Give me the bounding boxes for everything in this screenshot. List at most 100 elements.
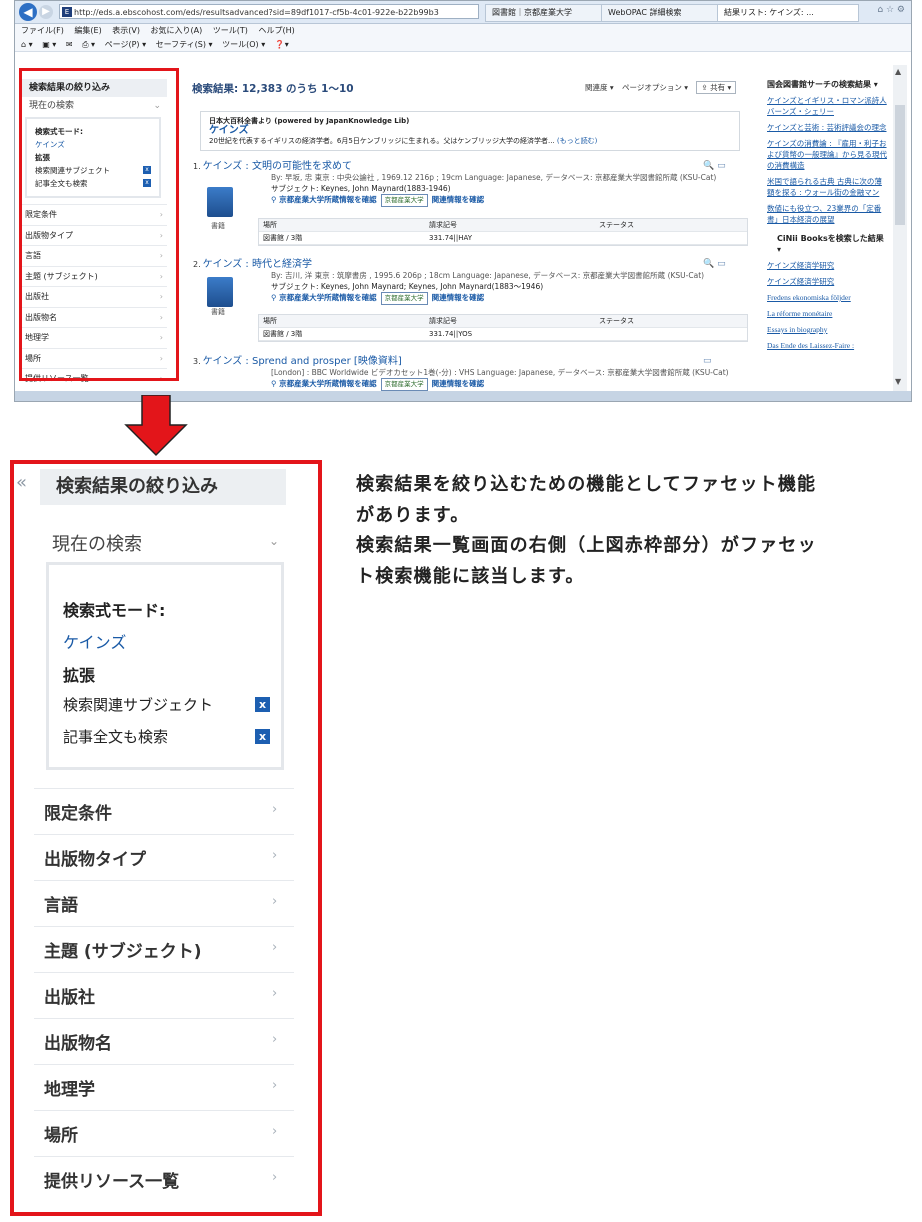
home-icon[interactable]: ⌂ ▾: [21, 40, 33, 49]
tab-webopac[interactable]: WebOPAC 詳細検索: [601, 4, 725, 22]
record-meta: By: 早坂, 忠 東京 : 中央公論社 , 1969.12 216p ; 19…: [271, 173, 717, 182]
tab-library[interactable]: 図書館｜京都産業大学: [485, 4, 609, 22]
holdings-link[interactable]: 京都産業大学所蔵情報を確認: [279, 379, 377, 388]
share-icon: ⇪: [701, 83, 711, 92]
holdings-link[interactable]: 京都産業大学所蔵情報を確認: [279, 195, 377, 204]
scroll-up-icon[interactable]: ▲: [895, 67, 901, 76]
vertical-scrollbar[interactable]: ▲ ▼: [893, 65, 907, 391]
encyclopedia-box: 日本大百科全書より (powered by JapanKnowledge Lib…: [200, 111, 740, 151]
share-button[interactable]: ⇪ 共有 ▾: [696, 81, 737, 94]
feed-icon[interactable]: ▣ ▾: [42, 40, 56, 49]
ndl-link[interactable]: 米国で語られる古典 古典に次の薄額を探る : ウォール街の金融マン: [767, 176, 889, 198]
ndl-link[interactable]: ケインズと芸術 : 芸術評議会の理念: [767, 122, 889, 133]
cmd-page[interactable]: ページ(P) ▾: [105, 40, 146, 49]
holdings-link[interactable]: 京都産業大学所蔵情報を確認: [279, 293, 377, 302]
cmd-tools[interactable]: ツール(O) ▾: [222, 40, 265, 49]
scroll-down-icon[interactable]: ▼: [895, 377, 901, 386]
record-links: ⚲ 京都産業大学所蔵情報を確認 京都産業大学 関連情報を確認: [193, 194, 753, 207]
record-number: 2.: [193, 260, 201, 269]
kyoto-button-icon[interactable]: 京都産業大学: [380, 378, 428, 391]
site-icon: E: [62, 7, 72, 17]
cinii-link[interactable]: ケインズ経済学研究: [767, 276, 889, 287]
right-sidebar: 国会図書館サーチの検索結果 ▾ ケインズとイギリス・ロマン派詩人バーンズ・シェリ…: [767, 79, 889, 351]
kyoto-button-icon[interactable]: 京都産業大学: [380, 292, 428, 305]
tab-results[interactable]: 結果リスト: ケインズ: ...: [717, 4, 859, 22]
back-icon[interactable]: ◀: [19, 3, 37, 21]
browser-tools-icons[interactable]: ⌂ ☆ ⚙: [877, 5, 905, 15]
cinii-link[interactable]: Das Ende des Laissez-Faire :: [767, 340, 889, 351]
related-link[interactable]: 関連情報を確認: [432, 293, 485, 302]
command-bar: ⌂ ▾ ▣ ▾ ✉ ⎙ ▾ ページ(P) ▾ セーフティ(S) ▾ ツール(O)…: [15, 38, 911, 52]
cinii-link[interactable]: Fredens ekonomiska följder: [767, 292, 889, 303]
cinii-link[interactable]: La réforme monétaire: [767, 308, 889, 319]
ndl-link[interactable]: ケインズとイギリス・ロマン派詩人バーンズ・シェリー: [767, 95, 889, 117]
record-subject: サブジェクト: Keynes, John Maynard; Keynes, Jo…: [271, 282, 544, 291]
record-links: ⚲ 京都産業大学所蔵情報を確認 京都産業大学 関連情報を確認: [193, 292, 753, 305]
relevance-dropdown[interactable]: 関連度 ▾: [585, 83, 614, 92]
page-options-dropdown[interactable]: ページオプション ▾: [622, 83, 688, 92]
encyclopedia-snippet: 20世紀を代表するイギリスの経済学者。6月5日ケンブリッジに生まれる。父はケンブ…: [209, 137, 598, 145]
ndl-link[interactable]: ケインズの消費論 : 『雇用・利子および貨幣の一般理論』から見る現代の消費構造: [767, 138, 889, 171]
book-icon: [207, 187, 233, 217]
menu-file[interactable]: ファイル(F): [21, 26, 64, 35]
menu-view[interactable]: 表示(V): [112, 26, 140, 35]
read-more-link[interactable]: (もっと読む): [557, 137, 597, 145]
results-count: 検索結果: 12,383 のうち 1～10: [192, 83, 354, 95]
description-line: 検索結果一覧画面の右側（上図赤枠部分）がファセッ: [356, 535, 817, 556]
record-title[interactable]: ケインズ : Sprend and prosper [映像資料]: [203, 356, 402, 367]
mail-icon[interactable]: ✉: [66, 40, 73, 49]
record-type: 書籍: [211, 222, 225, 230]
description-line: ト検索機能に該当します。: [356, 565, 585, 587]
forward-icon[interactable]: ▶: [39, 5, 53, 19]
highlight-frame: [19, 68, 179, 381]
cinii-link[interactable]: Essays in biography: [767, 324, 889, 335]
holdings-table: 場所 請求記号 ステータス 図書館 / 3階 331.74||YOS: [258, 314, 748, 342]
description-text: 検索結果を絞り込むための機能としてファセット機能 があります。 検索結果一覧画面…: [356, 470, 916, 592]
record-number: 1.: [193, 162, 201, 171]
record-subject: サブジェクト: Keynes, John Maynard(1883-1946): [271, 184, 451, 193]
print-icon[interactable]: ⎙ ▾: [82, 40, 95, 49]
encyclopedia-source: 日本大百科全書より (powered by JapanKnowledge Lib…: [209, 117, 410, 125]
menu-bar: ファイル(F) 編集(E) 表示(V) お気に入り(A) ツール(T) ヘルプ(…: [15, 24, 911, 38]
folder-icon[interactable]: 🔍 ▭: [703, 161, 726, 172]
encyclopedia-title[interactable]: ケインズ: [209, 126, 731, 136]
search-icon: ⚲: [271, 195, 280, 204]
record-meta: [London] : BBC Worldwide ビデオカセット1巻(-分) :…: [271, 368, 729, 377]
search-icon: ⚲: [271, 293, 280, 302]
result-record: 2. ケインズ : 時代と経済学 By: 吉川, 洋 東京 : 筑摩書房 , 19…: [193, 259, 753, 342]
address-bar[interactable]: E http://eds.a.ebscohost.com/eds/results…: [59, 4, 479, 19]
menu-favorites[interactable]: お気に入り(A): [151, 26, 203, 35]
folder-icon[interactable]: 🔍 ▭: [703, 259, 726, 270]
folder-icon[interactable]: ▭: [703, 356, 712, 367]
result-record: 1. ケインズ : 文明の可能性を求めて By: 早坂, 忠 東京 : 中央公論社…: [193, 161, 753, 246]
holdings-table: 場所 請求記号 ステータス 図書館 / 3階 331.74||HAY: [258, 218, 748, 246]
search-icon: ⚲: [271, 379, 280, 388]
book-icon: [207, 277, 233, 307]
cmd-safety[interactable]: セーフティ(S) ▾: [156, 40, 213, 49]
address-text: http://eds.a.ebscohost.com/eds/resultsad…: [74, 8, 439, 17]
scroll-thumb[interactable]: [895, 105, 905, 225]
record-title[interactable]: ケインズ : 時代と経済学: [203, 259, 312, 270]
result-record: 3. ケインズ : Sprend and prosper [映像資料] [Lond…: [193, 356, 753, 391]
record-number: 3.: [193, 357, 201, 366]
related-link[interactable]: 関連情報を確認: [432, 379, 485, 388]
description-line: があります。: [356, 504, 470, 526]
menu-tools[interactable]: ツール(T): [213, 26, 248, 35]
description-line: 検索結果を絞り込むための機能としてファセット機能: [356, 474, 817, 495]
highlight-frame-zoomed: [10, 460, 322, 1216]
cinii-title[interactable]: CiNii Booksを検索した結果 ▾: [767, 233, 889, 255]
help-icon[interactable]: ❓▾: [275, 40, 289, 49]
menu-help[interactable]: ヘルプ(H): [258, 26, 294, 35]
ndl-title[interactable]: 国会図書館サーチの検索結果 ▾: [767, 79, 889, 90]
ndl-link[interactable]: 数値にも役立つ、23業界の「定番書」日本経済の展望: [767, 203, 889, 225]
record-meta: By: 吉川, 洋 東京 : 筑摩書房 , 1995.6 206p ; 18cm…: [271, 271, 705, 280]
kyoto-button-icon[interactable]: 京都産業大学: [380, 194, 428, 207]
record-title[interactable]: ケインズ : 文明の可能性を求めて: [203, 161, 352, 172]
record-type: 書籍: [211, 308, 225, 316]
related-link[interactable]: 関連情報を確認: [432, 195, 485, 204]
results-tools: 関連度 ▾ ページオプション ▾ ⇪ 共有 ▾: [585, 81, 737, 94]
cinii-link[interactable]: ケインズ経済学研究: [767, 260, 889, 271]
record-links: ⚲ 京都産業大学所蔵情報を確認 京都産業大学 関連情報を確認: [193, 378, 753, 391]
menu-edit[interactable]: 編集(E): [74, 26, 101, 35]
down-arrow-icon: [124, 395, 188, 457]
